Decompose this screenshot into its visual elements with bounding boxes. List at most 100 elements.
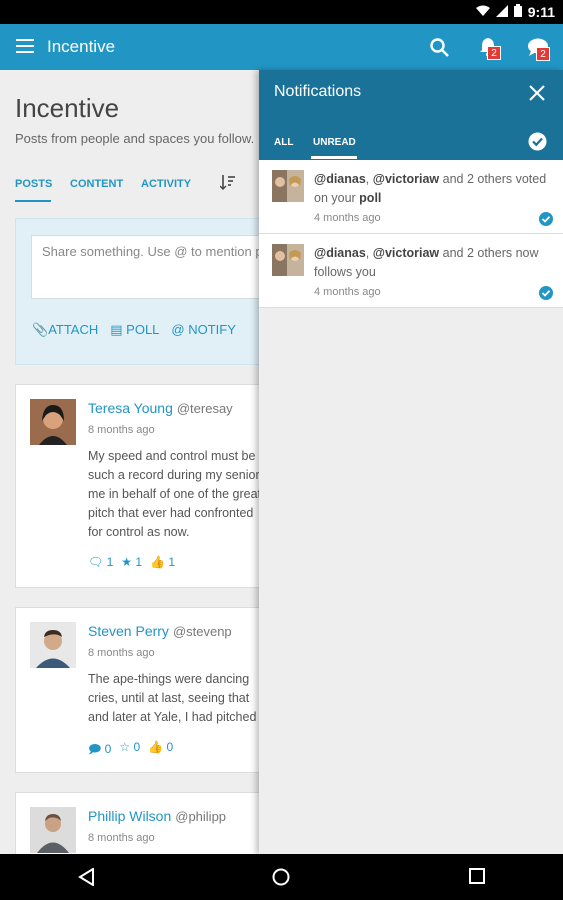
notification-text: @dianas, @victoriaw and 2 others now fol… (314, 244, 549, 282)
battery-icon (513, 4, 522, 20)
mark-all-read-icon[interactable] (528, 132, 547, 156)
avatar (272, 244, 304, 276)
avatar[interactable] (30, 807, 76, 853)
notifications-badge: 2 (487, 46, 501, 60)
avatar[interactable] (30, 622, 76, 668)
avatar[interactable] (30, 399, 76, 445)
post-card: Steven Perry @stevenp 8 months ago The ap… (15, 607, 275, 773)
paperclip-icon: 📎 (32, 322, 49, 337)
post-line: such a record during my senior (88, 468, 260, 482)
star-button[interactable]: ★ 1 (121, 555, 142, 569)
post-actions: 🗩 0 ☆ 0 👍 0 (88, 740, 173, 761)
thumbs-up-outline-icon: 👍 (148, 740, 164, 754)
poll-icon: ▤ (110, 322, 127, 337)
separator: , (365, 246, 373, 260)
notify-label: NOTIFY (188, 322, 236, 337)
post-author[interactable]: Steven Perry @stevenp (88, 623, 232, 639)
notification-item[interactable]: @dianas, @victoriaw and 2 others voted o… (259, 160, 563, 234)
separator: , (365, 172, 373, 186)
app-bar: Incentive 2 2 (0, 24, 563, 70)
tab-activity[interactable]: ACTIVITY (141, 178, 191, 190)
check-circle-icon[interactable] (539, 286, 553, 305)
at-icon: @ (171, 322, 189, 337)
app-title: Incentive (47, 37, 116, 56)
post-author[interactable]: Teresa Young @teresay (88, 400, 233, 416)
notifications-title: Notifications (274, 83, 362, 100)
menu-icon[interactable] (16, 39, 34, 53)
attach-label: ATTACH (48, 322, 99, 337)
star-count: 0 (133, 740, 141, 754)
mention-user[interactable]: @victoriaw (373, 246, 439, 260)
tab-indicator (311, 156, 357, 159)
notification-text: @dianas, @victoriaw and 2 others voted o… (314, 170, 549, 208)
poll-label: POLL (126, 322, 160, 337)
comment-button[interactable]: 🗨 1 (88, 555, 113, 569)
sort-icon[interactable] (219, 174, 236, 195)
back-icon[interactable] (78, 867, 96, 891)
messages-button[interactable]: 2 (527, 37, 550, 62)
tab-all[interactable]: ALL (274, 137, 293, 148)
post-body: My speed and control must be such a reco… (88, 447, 268, 542)
post-card: Teresa Young @teresay 8 months ago My spe… (15, 384, 275, 588)
post-time: 8 months ago (88, 832, 155, 844)
avatar (272, 170, 304, 202)
share-box: Share something. Use @ to mention people… (15, 218, 275, 365)
mention-user[interactable]: @victoriaw (373, 172, 439, 186)
post-card: Phillip Wilson @philipp 8 months ago (15, 792, 275, 854)
poll-button[interactable]: ▤ POLL (110, 322, 159, 338)
like-count: 0 (166, 740, 174, 754)
author-handle: @philipp (175, 809, 227, 824)
home-icon[interactable] (272, 868, 290, 891)
comment-count: 0 (104, 742, 112, 756)
post-line: me in behalf of one of the great (88, 487, 262, 501)
notification-item[interactable]: @dianas, @victoriaw and 2 others now fol… (259, 234, 563, 308)
post-body: The ape-things were dancing cries, until… (88, 670, 268, 727)
post-time: 8 months ago (88, 424, 155, 436)
star-icon: ★ (121, 555, 133, 569)
messages-badge: 2 (536, 47, 550, 61)
post-line: for control as now. (88, 525, 190, 539)
author-handle: @stevenp (172, 624, 232, 639)
attach-button[interactable]: 📎ATTACH (32, 322, 98, 338)
wifi-icon (475, 5, 490, 20)
clock: 9:11 (527, 4, 555, 20)
comment-icon: 🗨 (88, 555, 104, 569)
star-button[interactable]: ☆ 0 (119, 740, 140, 761)
author-name: Steven Perry (88, 623, 169, 639)
mention-user[interactable]: @dianas (314, 172, 366, 186)
notify-button[interactable]: @ NOTIFY (171, 322, 235, 338)
share-input[interactable]: Share something. Use @ to mention people (31, 235, 271, 299)
notification-target[interactable]: poll (359, 191, 381, 205)
author-handle: @teresay (176, 401, 233, 416)
post-line: pitch that ever had confronted (88, 506, 254, 520)
post-line: cries, until at last, seeing that (88, 691, 250, 705)
like-button[interactable]: 👍 1 (150, 555, 175, 569)
notifications-button[interactable]: 2 (478, 37, 501, 62)
notifications-panel: Notifications ALL UNREAD @dianas, @victo… (259, 70, 563, 854)
check-circle-icon[interactable] (539, 212, 553, 231)
recent-apps-icon[interactable] (469, 868, 485, 889)
comment-count: 1 (106, 555, 114, 569)
tab-posts[interactable]: POSTS (15, 178, 52, 190)
star-count: 1 (135, 555, 143, 569)
tab-unread[interactable]: UNREAD (313, 137, 356, 148)
like-button[interactable]: 👍 0 (148, 740, 173, 761)
post-author[interactable]: Phillip Wilson @philipp (88, 808, 226, 824)
notification-time: 4 months ago (314, 286, 381, 298)
comment-button[interactable]: 🗩 0 (88, 740, 111, 761)
tab-indicator (15, 200, 51, 202)
like-count: 1 (168, 555, 176, 569)
post-line: and later at Yale, I had pitched (88, 710, 257, 724)
notification-time: 4 months ago (314, 212, 381, 224)
close-icon[interactable] (529, 85, 545, 106)
page-title: Incentive (15, 93, 120, 123)
search-icon[interactable] (430, 38, 449, 62)
mention-user[interactable]: @dianas (314, 246, 366, 260)
cellular-icon (495, 4, 508, 20)
comment-outline-icon: 🗩 (88, 742, 102, 756)
post-line: The ape-things were dancing (88, 672, 250, 686)
page-subtitle: Posts from people and spaces you follow. (15, 131, 255, 146)
post-time: 8 months ago (88, 647, 155, 659)
author-name: Teresa Young (88, 400, 173, 416)
tab-content[interactable]: CONTENT (70, 178, 123, 190)
